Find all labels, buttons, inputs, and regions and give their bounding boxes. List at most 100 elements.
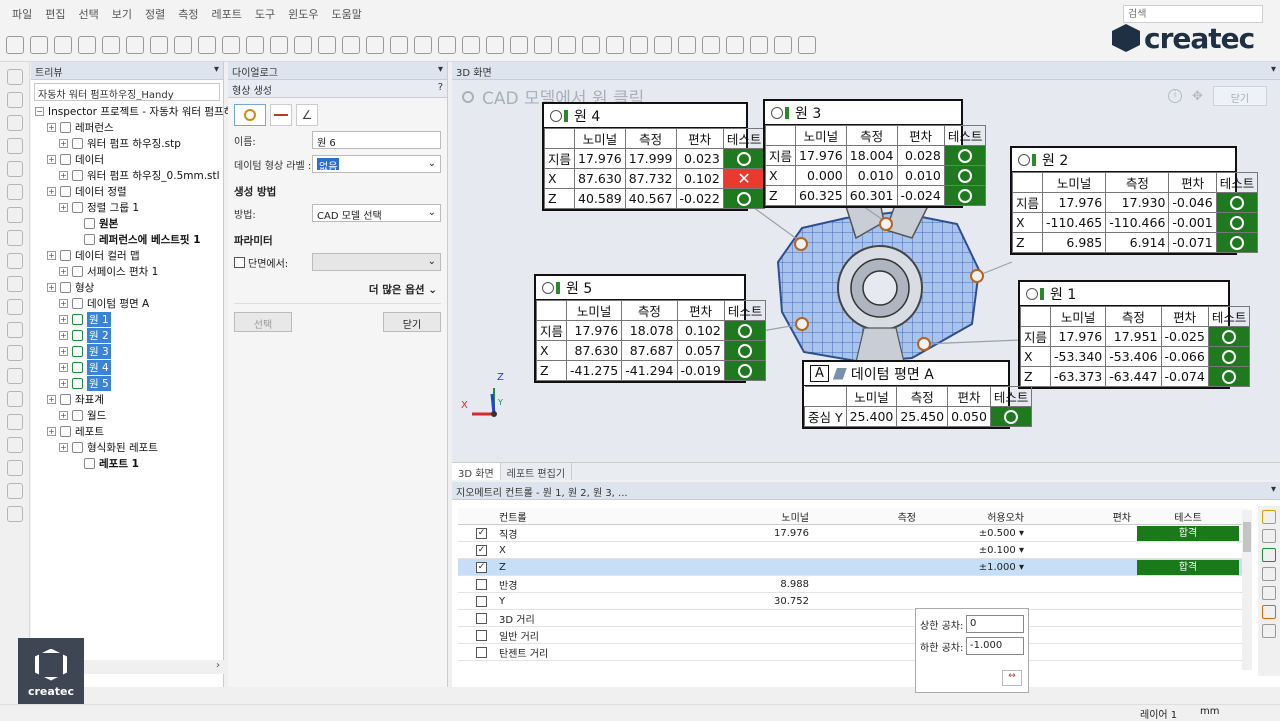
control-checkbox[interactable] (476, 578, 487, 590)
control-row[interactable]: ✓ 직경 17.976 ±0.500 ▾ 합격 (458, 525, 1248, 542)
control-row[interactable]: 3D 거리 (458, 610, 1248, 627)
line-icon[interactable] (366, 35, 384, 54)
wrench-icon[interactable] (1262, 567, 1276, 581)
tree-item[interactable]: + 레포트 (31, 423, 223, 439)
control-tolerance[interactable]: ±0.100 ▾ (919, 545, 1027, 556)
tree-item[interactable]: + 좌표계 (31, 391, 223, 407)
expand-icon[interactable]: + (59, 346, 68, 356)
tool-icon[interactable] (7, 92, 23, 108)
menu-item[interactable]: 측정 (178, 6, 198, 22)
add-control-icon[interactable] (1262, 548, 1276, 562)
distance-type-button[interactable] (270, 104, 292, 126)
mesh-icon[interactable] (246, 35, 264, 54)
tree-item[interactable]: + 워터 펌프 하우징_0.5mm.stl (31, 167, 223, 183)
control-icon[interactable] (1262, 529, 1276, 543)
tree-item[interactable]: + 형상 (31, 279, 223, 295)
tree-item[interactable]: + 데이터 컬러 맵 (31, 247, 223, 263)
tool-icon[interactable] (7, 230, 23, 246)
tree-item[interactable]: + 원 4 (31, 359, 223, 375)
view-icon[interactable] (438, 35, 456, 54)
datum-select[interactable]: 없음 ⌄ (312, 155, 441, 173)
tool-icon[interactable] (7, 299, 23, 315)
tree-item[interactable]: + 월드 (31, 407, 223, 423)
tab-report-editor[interactable]: 레포트 편집기 (501, 463, 573, 480)
expand-icon[interactable]: + (47, 250, 56, 260)
tool-icon[interactable] (7, 460, 23, 476)
tree-root[interactable]: − Inspector 프로젝트 - 자동차 워터 펌프하 (31, 103, 233, 119)
tree-item[interactable]: + 데이텀 평면 A (31, 295, 223, 311)
tool-icon[interactable] (7, 483, 23, 499)
angle-type-button[interactable]: ∠ (296, 104, 318, 126)
help-icon[interactable]: ? (438, 82, 443, 95)
expand-icon[interactable]: + (59, 314, 68, 324)
expand-icon[interactable]: + (59, 378, 68, 388)
tool-icon[interactable] (7, 115, 23, 131)
expand-icon[interactable]: + (59, 266, 68, 276)
expand-icon[interactable]: + (59, 298, 68, 308)
callout-circle-4[interactable]: 원 4 노미널 측정 편차 테스트 지름 17.976 17.999 0.023 X 87.630 8… (542, 102, 766, 211)
expand-icon[interactable]: + (59, 330, 68, 340)
text-icon[interactable] (510, 35, 528, 54)
chart-icon[interactable] (486, 35, 504, 54)
callout-circle-5[interactable]: 원 5 노미널 측정 편차 테스트 지름 17.976 18.078 0.102 X 87.630 8… (534, 274, 767, 383)
menu-item[interactable]: 보기 (112, 6, 132, 22)
snapshot-icon[interactable] (606, 35, 624, 54)
tree-item[interactable]: 레퍼런스에 베스트핏 1 (31, 231, 223, 247)
menu-item[interactable]: 정렬 (145, 6, 165, 22)
expand-icon[interactable]: + (47, 122, 56, 132)
section-checkbox[interactable] (234, 256, 245, 268)
report-icon[interactable] (534, 35, 552, 54)
section-select[interactable]: ⌄ (312, 253, 441, 271)
menu-item[interactable]: 윈도우 (288, 6, 318, 22)
tree-item[interactable]: + 형식화된 레포트 (31, 439, 223, 455)
control-checkbox[interactable] (476, 612, 487, 624)
tab-3d-view[interactable]: 3D 화면 (452, 463, 501, 480)
leaf-spacer[interactable] (71, 235, 80, 244)
layer-selector[interactable]: 레이어 1 (1140, 706, 1177, 721)
tool-icon[interactable] (7, 69, 23, 85)
control-checkbox[interactable]: ✓ (476, 561, 487, 573)
curve-icon[interactable] (342, 35, 360, 54)
expand-icon[interactable]: + (47, 426, 56, 436)
menu-item[interactable]: 도움말 (332, 6, 362, 22)
plot-icon[interactable] (654, 35, 672, 54)
control-checkbox[interactable]: ✓ (476, 527, 487, 539)
menu-item[interactable]: 선택 (79, 6, 99, 22)
more-options-link[interactable]: 더 많은 옵션 ⌄ (234, 282, 437, 297)
tools-icon[interactable] (726, 35, 744, 54)
expand-icon[interactable]: + (47, 186, 56, 196)
tree-item[interactable]: + 원 2 (31, 327, 223, 343)
panel-menu-icon[interactable]: ▾ (1271, 484, 1276, 497)
redo-icon[interactable] (102, 35, 120, 54)
undo-icon[interactable] (78, 35, 96, 54)
control-checkbox[interactable] (476, 646, 487, 658)
grid-icon[interactable] (222, 35, 240, 54)
tool-icon[interactable] (7, 276, 23, 292)
point-icon[interactable] (318, 35, 336, 54)
deviation-icon[interactable] (678, 35, 696, 54)
control-tolerance[interactable]: ±1.000 ▾ (919, 562, 1027, 573)
menu-item[interactable]: 도구 (255, 6, 275, 22)
tolerance-apply-icon[interactable]: ↔ (1002, 670, 1022, 686)
camera-icon[interactable] (558, 35, 576, 54)
tree-item[interactable]: + 데이터 정렬 (31, 183, 223, 199)
panel-menu-icon[interactable]: ▾ (438, 64, 443, 77)
tree-item[interactable]: 레포트 1 (31, 455, 223, 471)
close-button[interactable]: 닫기 (383, 312, 441, 332)
callout-datum-a[interactable]: A 데이텀 평면 A 노미널 측정 편차 테스트 중심 Y 25.400 25.… (802, 360, 1033, 429)
tool-icon[interactable] (7, 184, 23, 200)
export-icon[interactable] (750, 35, 768, 54)
scroll-right-icon[interactable]: › (216, 660, 220, 671)
unit-selector[interactable]: mm (1200, 706, 1219, 717)
tool-icon[interactable] (7, 506, 23, 522)
expand-icon[interactable]: + (59, 362, 68, 372)
align-icon[interactable] (174, 35, 192, 54)
expand-icon[interactable]: + (59, 410, 68, 420)
compare-icon[interactable] (702, 35, 720, 54)
menu-item[interactable]: 파일 (12, 6, 32, 22)
tool-icon[interactable] (7, 207, 23, 223)
probe-icon[interactable] (270, 35, 288, 54)
callout-circle-2[interactable]: 원 2 노미널 측정 편차 테스트 지름 17.976 17.930 -0.046 X -110.4… (1010, 146, 1259, 255)
tree-item[interactable]: + 원 1 (31, 311, 223, 327)
expand-icon[interactable]: + (59, 138, 68, 148)
